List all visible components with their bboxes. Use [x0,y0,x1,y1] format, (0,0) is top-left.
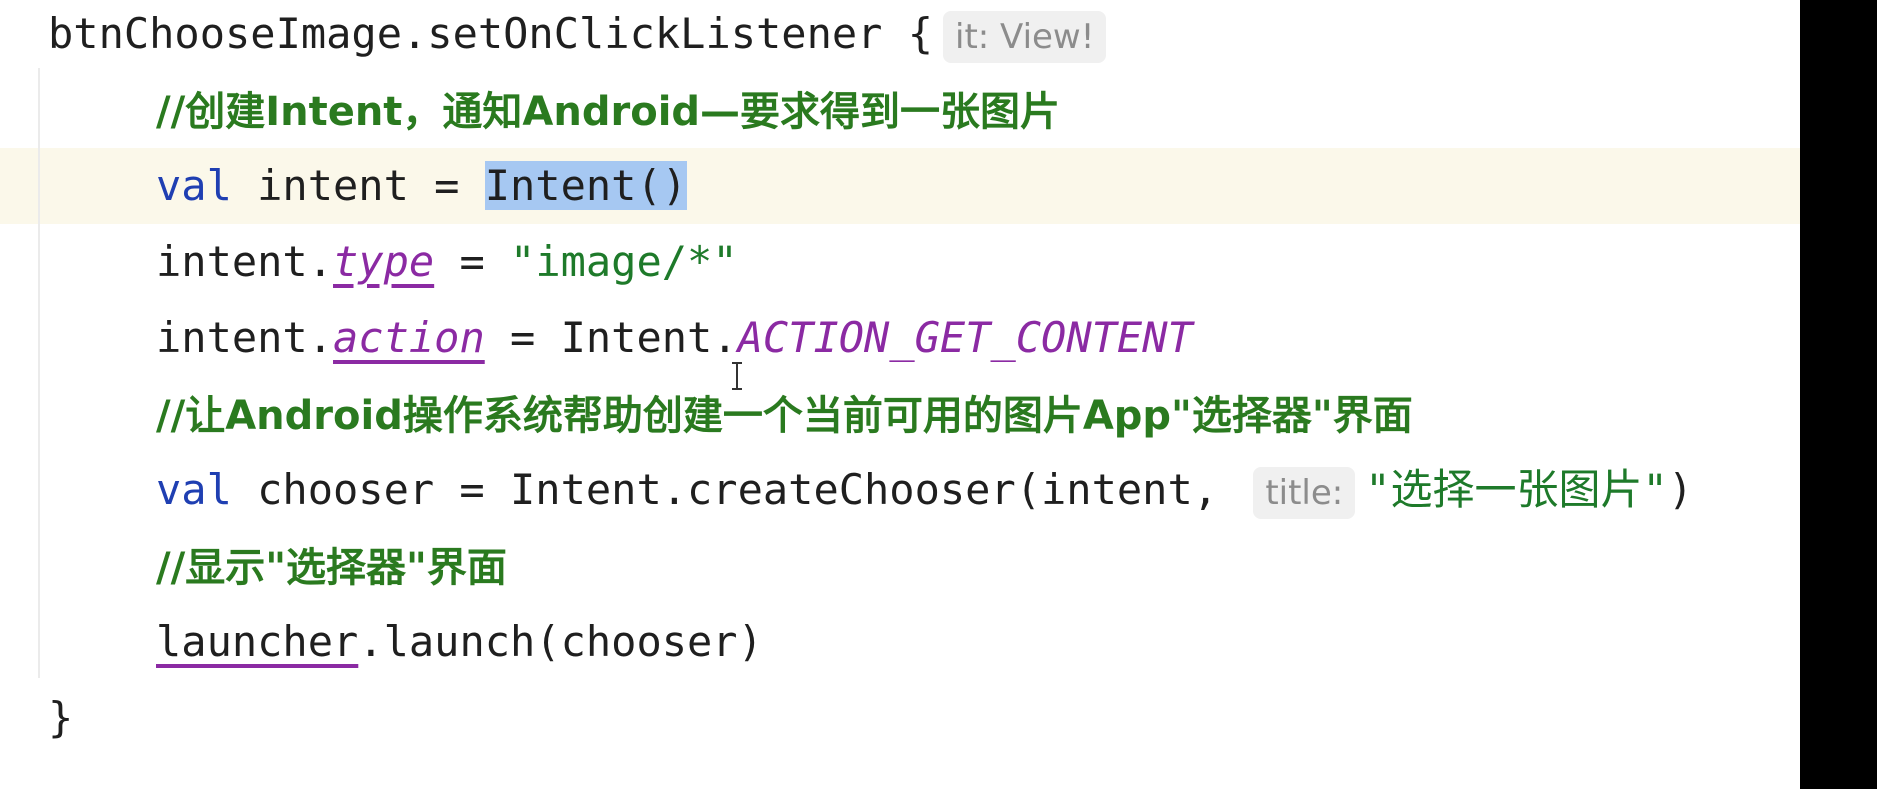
code-line-8[interactable]: //显示"选择器"界面 [156,530,507,606]
mouse-ibeam-cursor [732,362,742,390]
launcher-ref: launcher [156,617,359,666]
intent-ref: intent. [156,313,334,362]
close-paren: ) [1667,465,1694,514]
assign-op: = [434,237,511,286]
chooser-declaration: chooser = Intent.createChooser(intent, [231,465,1244,514]
val-keyword: val [156,465,232,514]
right-edge-panel [1800,0,1877,789]
type-property: type [333,237,435,286]
action-constant: ACTION_GET_CONTENT [737,313,1193,362]
title-string: "选择一张图片" [1365,465,1668,514]
lambda-param-hint: it: View! [943,10,1107,63]
val-keyword: val [156,161,232,210]
code-line-10[interactable]: } [48,680,73,756]
code-line-5[interactable]: intent.action = Intent.ACTION_GET_CONTEN… [156,300,1193,376]
intent-declaration: intent = [231,161,485,210]
listener-call: btnChooseImage.setOnClickListener { [48,9,934,58]
code-line-2[interactable]: //创建Intent，通知Android—要求得到一张图片 [156,74,1060,150]
intent-ref: intent. [156,237,334,286]
selected-text[interactable]: Intent() [484,161,688,210]
code-line-6[interactable]: //让Android操作系统帮助创建一个当前可用的图片App"选择器"界面 [156,378,1413,454]
code-line-4[interactable]: intent.type = "image/*" [156,224,738,300]
assign-op: = Intent. [484,313,738,362]
indent-guide [38,68,40,678]
code-line-1[interactable]: btnChooseImage.setOnClickListener {it: V… [48,0,1116,72]
action-property: action [333,313,485,362]
code-line-9[interactable]: launcher.launch(chooser) [156,604,763,680]
code-line-7[interactable]: val chooser = Intent.createChooser(inten… [156,452,1693,528]
title-param-hint: title: [1253,466,1356,519]
code-line-3[interactable]: val intent = Intent() [156,148,688,224]
launch-call: .launch(chooser) [358,617,763,666]
code-editor[interactable]: btnChooseImage.setOnClickListener {it: V… [0,0,1800,789]
mime-string: "image/*" [510,237,738,286]
